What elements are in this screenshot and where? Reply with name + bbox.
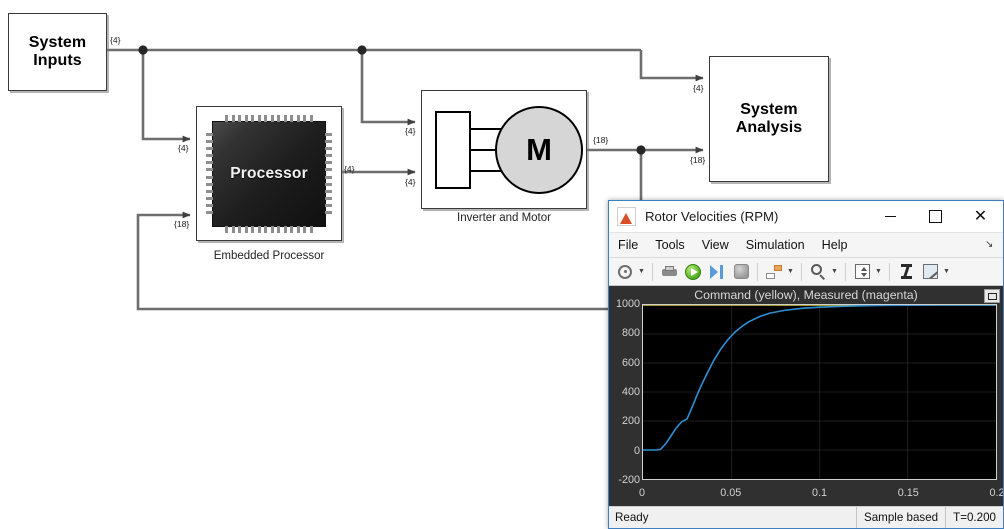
scope-window[interactable]: Rotor Velocities (RPM) ✕ File Tools View… — [608, 200, 1004, 529]
signal-label-motor-in-top: {4} — [405, 126, 416, 136]
run-icon[interactable] — [682, 261, 704, 283]
signal-label-proc-in-command: {4} — [178, 143, 189, 153]
x-tick-label: 0 — [639, 487, 645, 499]
minimize-button[interactable] — [868, 202, 913, 232]
maximize-axes-icon[interactable] — [984, 289, 1000, 303]
x-tick-label: 0.2 — [989, 487, 1003, 499]
menu-file[interactable]: File — [618, 238, 638, 252]
close-icon: ✕ — [974, 209, 987, 225]
autoscale-dropdown-icon[interactable]: ▼ — [874, 261, 883, 283]
processor-chip-icon: Processor — [212, 121, 326, 227]
inverter-motor-icon: M — [427, 96, 581, 204]
plot-canvas — [643, 305, 996, 479]
step-forward-icon[interactable] — [706, 261, 728, 283]
layout-icon[interactable] — [763, 261, 785, 283]
plot-axes[interactable] — [642, 304, 997, 480]
plot-title: Command (yellow), Measured (magenta) — [609, 288, 1003, 302]
toolbar-separator — [652, 263, 653, 281]
toolbar-separator — [889, 263, 890, 281]
matlab-app-icon — [617, 207, 636, 226]
signal-label-proc-in-feedback: {18} — [174, 219, 189, 229]
chip-pins-top — [225, 115, 313, 122]
zoom-dropdown-icon[interactable]: ▼ — [830, 261, 839, 283]
x-tick-label: 0.1 — [812, 487, 827, 499]
minimize-icon — [885, 216, 896, 217]
chip-pins-right — [325, 133, 332, 215]
maximize-icon — [929, 210, 942, 223]
scope-window-title: Rotor Velocities (RPM) — [645, 209, 868, 224]
signal-label-proc-out: {4} — [344, 164, 355, 174]
autoscale-icon[interactable] — [851, 261, 873, 283]
scope-plot-container[interactable]: Command (yellow), Measured (magenta) -20… — [609, 286, 1003, 506]
menu-view[interactable]: View — [702, 238, 729, 252]
layout-dropdown-icon[interactable]: ▼ — [786, 261, 795, 283]
status-simulation-time: T=0.200 — [945, 507, 1003, 528]
y-tick-label: -200 — [609, 474, 640, 486]
y-tick-label: 600 — [609, 357, 640, 369]
menu-simulation[interactable]: Simulation — [746, 238, 805, 252]
block-inverter-and-motor-caption: Inverter and Motor — [421, 212, 587, 224]
processor-chip-label: Processor — [230, 165, 308, 183]
block-system-inputs-title: System Inputs — [29, 34, 87, 71]
scope-titlebar[interactable]: Rotor Velocities (RPM) ✕ — [609, 201, 1003, 233]
block-embedded-processor-caption: Embedded Processor — [196, 250, 342, 262]
motor-letter: M — [526, 132, 552, 168]
app-root: System Inputs — [0, 0, 1004, 529]
scope-statusbar: Ready Sample based T=0.200 — [609, 506, 1003, 528]
signal-label-inputs-out: {4} — [110, 35, 121, 45]
y-tick-label: 0 — [609, 445, 640, 457]
x-tick-label: 0.05 — [720, 487, 741, 499]
signal-label-motor-in-bottom: {4} — [405, 177, 416, 187]
stop-icon[interactable] — [730, 261, 752, 283]
signal-label-analysis-in-top: {4} — [693, 83, 704, 93]
zoom-in-icon[interactable] — [807, 261, 829, 283]
y-tick-label: 1000 — [609, 298, 640, 310]
chip-pins-bottom — [225, 226, 313, 233]
x-tick-label: 0.15 — [898, 487, 919, 499]
block-system-analysis[interactable]: System Analysis — [709, 56, 829, 182]
configuration-properties-dropdown-icon[interactable]: ▼ — [637, 261, 646, 283]
menu-overflow-icon[interactable]: ↘ — [985, 239, 996, 250]
toolbar-separator — [801, 263, 802, 281]
block-system-inputs[interactable]: System Inputs — [8, 13, 107, 91]
motor-icon: M — [495, 106, 583, 194]
scope-toolbar[interactable]: ▼ ▼ ▼ ▼ ▼ — [609, 258, 1003, 286]
status-message: Ready — [609, 511, 856, 524]
configuration-properties-icon[interactable] — [614, 261, 636, 283]
menu-tools[interactable]: Tools — [655, 238, 684, 252]
chip-pins-left — [206, 133, 213, 215]
measurements-dropdown-icon[interactable]: ▼ — [942, 261, 951, 283]
print-icon[interactable] — [658, 261, 680, 283]
y-tick-label: 200 — [609, 415, 640, 427]
y-tick-label: 800 — [609, 327, 640, 339]
signal-label-analysis-in-bottom: {18} — [690, 155, 705, 165]
block-embedded-processor[interactable]: Processor — [196, 106, 342, 241]
close-button[interactable]: ✕ — [958, 202, 1003, 232]
toolbar-separator — [757, 263, 758, 281]
inverter-icon — [435, 111, 471, 189]
block-system-analysis-title: System Analysis — [736, 101, 803, 138]
menu-help[interactable]: Help — [822, 238, 848, 252]
maximize-button[interactable] — [913, 202, 958, 232]
toolbar-separator — [845, 263, 846, 281]
trigger-icon[interactable] — [895, 261, 917, 283]
status-sample-mode: Sample based — [856, 507, 945, 528]
block-inverter-and-motor[interactable]: M — [421, 90, 587, 209]
y-tick-label: 400 — [609, 386, 640, 398]
signal-label-motor-out: {18} — [593, 135, 608, 145]
measurements-icon[interactable] — [919, 261, 941, 283]
scope-menubar[interactable]: File Tools View Simulation Help ↘ — [609, 233, 1003, 258]
